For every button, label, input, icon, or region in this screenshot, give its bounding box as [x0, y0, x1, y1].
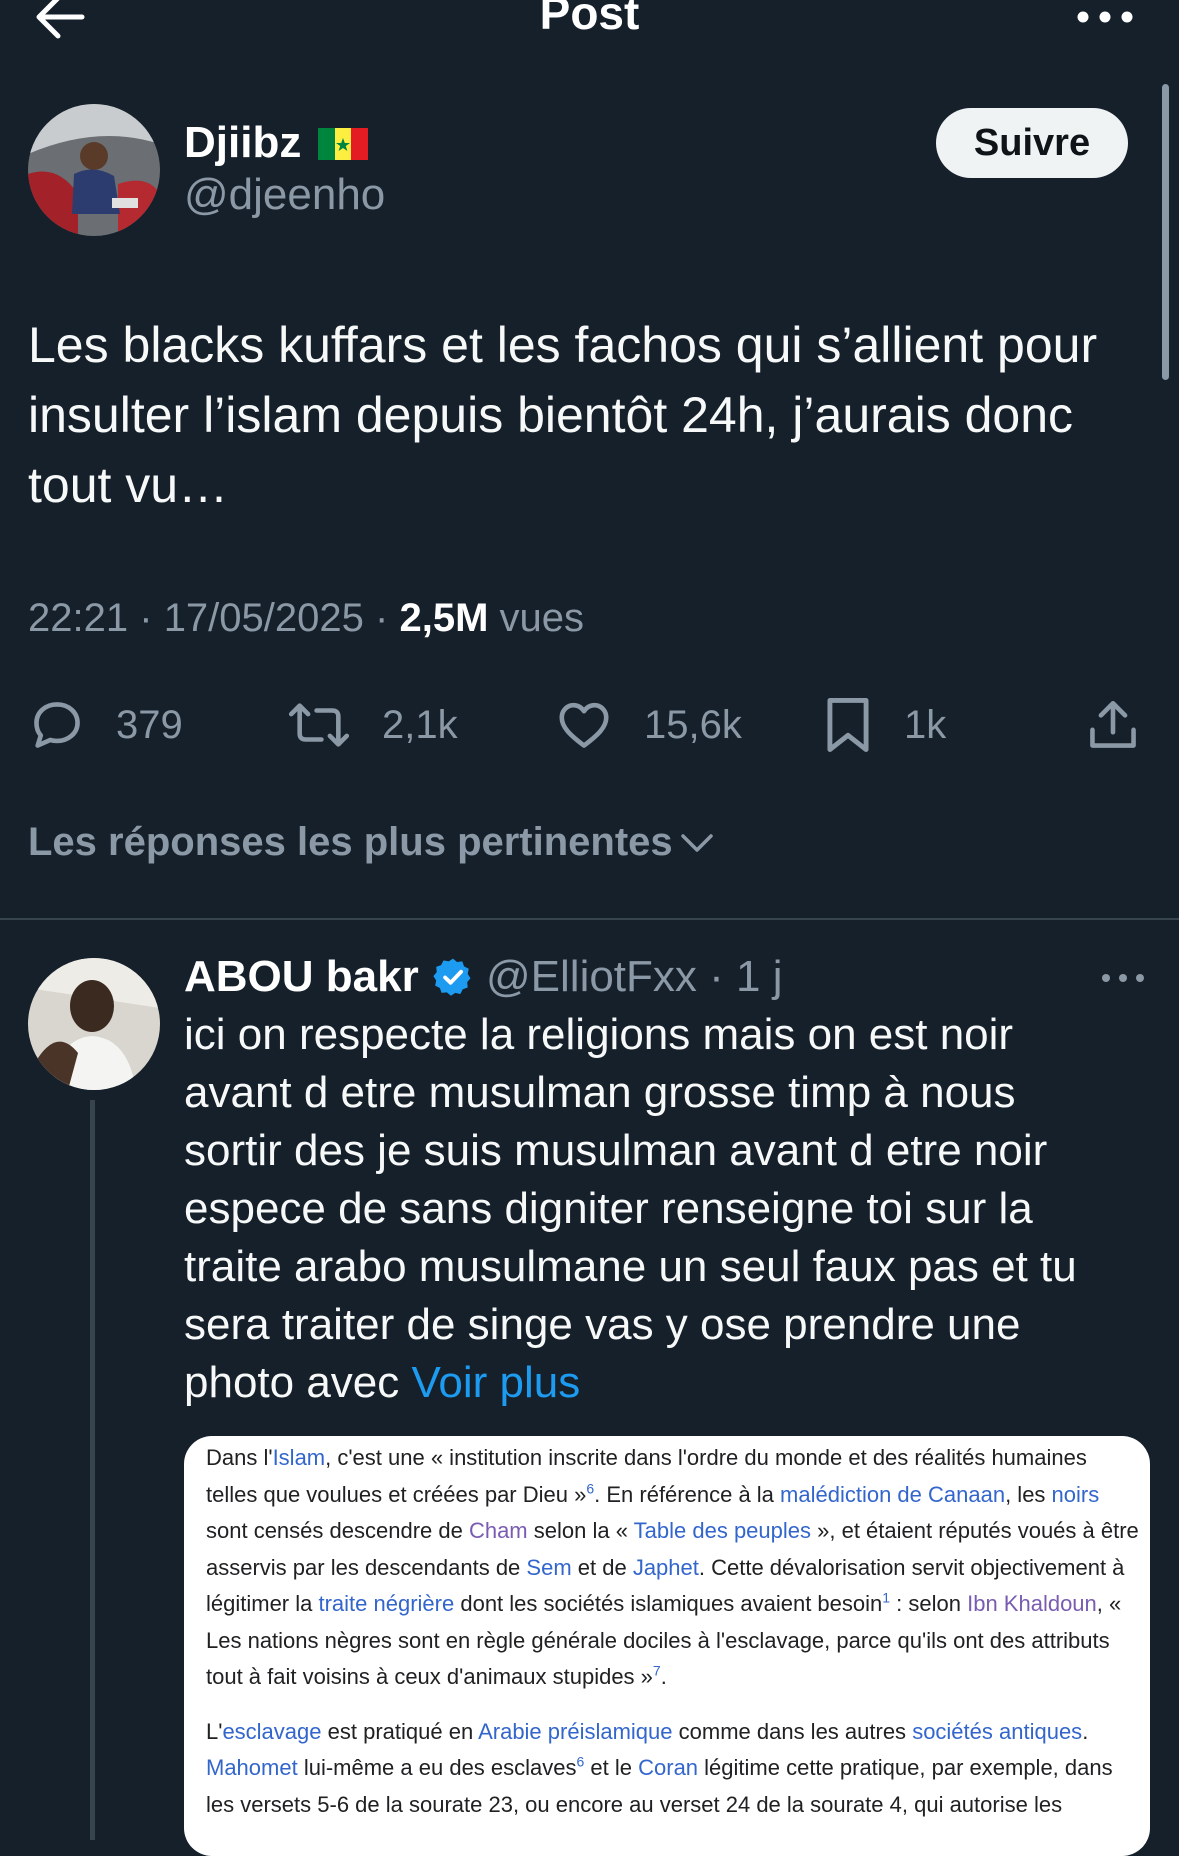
repost-icon	[288, 703, 350, 747]
more-options-button[interactable]	[1075, 2, 1135, 32]
post-date[interactable]: 17/05/2025	[164, 596, 364, 640]
views-label: vues	[499, 596, 585, 640]
comment-icon	[34, 702, 80, 748]
wiki-text: .	[660, 1664, 667, 1689]
author-name[interactable]: Djiibz	[184, 118, 301, 168]
share-icon	[1090, 700, 1136, 748]
wiki-text: comme dans les autres	[672, 1718, 913, 1744]
heart-icon	[559, 702, 609, 748]
attached-image[interactable]: Dans l'Islam, c'est une « institution in…	[184, 1436, 1150, 1856]
reply-count: 379	[116, 702, 183, 747]
wiki-link-visited[interactable]: Ibn Khaldoun	[967, 1591, 1097, 1616]
follow-button[interactable]: Suivre	[936, 108, 1128, 178]
wiki-text: lui-même a eu des esclaves	[297, 1755, 577, 1780]
meta-separator: ·	[375, 596, 389, 640]
like-count: 15,6k	[644, 702, 742, 747]
footnote-ref[interactable]: 7	[653, 1663, 661, 1679]
wiki-text: : selon	[890, 1591, 968, 1616]
post-meta: 22:21 · 17/05/2025 · 2,5M vues	[28, 596, 584, 641]
reply-meta: @ElliotFxx · 1 j	[486, 952, 783, 1002]
bookmark-button[interactable]: 1k	[822, 690, 946, 760]
scrollbar[interactable]	[1162, 84, 1169, 380]
wiki-text: sont censés descendre de	[206, 1518, 469, 1543]
share-button[interactable]	[1086, 690, 1170, 760]
wiki-text: Dans l'	[206, 1445, 273, 1470]
section-divider	[0, 918, 1179, 920]
author-avatar[interactable]	[28, 104, 160, 236]
wiki-link[interactable]: esclavage	[222, 1719, 321, 1744]
see-more-link[interactable]: Voir plus	[412, 1358, 581, 1407]
wiki-text: selon la «	[527, 1518, 634, 1543]
wiki-text: dont les sociétés islamiques avaient bes…	[454, 1591, 883, 1616]
wiki-link[interactable]: Japhet	[633, 1555, 699, 1580]
top-bar: Post	[0, 0, 1179, 60]
meta-separator: ·	[139, 596, 153, 640]
wiki-text: L'	[206, 1718, 223, 1744]
thread-line	[90, 1100, 95, 1840]
wiki-text: est pratiqué en	[321, 1718, 479, 1744]
wiki-text: et le	[584, 1755, 639, 1780]
wiki-link[interactable]: sociétés antiques	[912, 1719, 1082, 1744]
wiki-link[interactable]: traite négrière	[318, 1591, 454, 1616]
bookmark-count: 1k	[904, 702, 947, 747]
bookmark-icon	[827, 698, 869, 752]
sort-label: Les réponses les plus pertinentes	[28, 820, 673, 864]
wiki-link[interactable]: noirs	[1052, 1482, 1100, 1507]
wiki-link[interactable]: Sem	[526, 1555, 571, 1580]
reply-author-name[interactable]: ABOU bakr	[184, 952, 419, 1002]
more-horizontal-icon	[1077, 11, 1133, 23]
footnote-ref[interactable]: 6	[586, 1480, 594, 1496]
footnote-ref[interactable]: 1	[882, 1590, 890, 1606]
wiki-link[interactable]: Arabie préislamique	[478, 1719, 672, 1744]
wiki-link[interactable]: Coran	[638, 1755, 698, 1780]
more-horizontal-icon	[1102, 974, 1144, 982]
reply-avatar[interactable]	[28, 958, 160, 1090]
like-button[interactable]: 15,6k	[554, 690, 742, 760]
post-time[interactable]: 22:21	[28, 596, 128, 640]
repost-count: 2,1k	[382, 702, 458, 747]
views-count: 2,5M	[399, 596, 489, 640]
page-title: Post	[539, 0, 640, 39]
reply-time[interactable]: · 1 j	[709, 952, 782, 1001]
reply-text: ici on respecte la religions mais on est…	[184, 1006, 1104, 1412]
author-handle[interactable]: @djeenho	[184, 170, 385, 220]
wiki-text: .	[1082, 1718, 1089, 1744]
wiki-link-visited[interactable]: Cham	[469, 1518, 528, 1543]
reply-author-handle[interactable]: @ElliotFxx	[486, 952, 697, 1001]
wiki-link[interactable]: Islam	[273, 1445, 326, 1470]
wiki-link[interactable]: malédiction de Canaan	[780, 1482, 1005, 1507]
action-bar: 379 2,1k 15,6k 1k	[0, 690, 1179, 760]
reply-body: ici on respecte la religions mais on est…	[184, 1010, 1077, 1407]
post-text: Les blacks kuffars et les fachos qui s’a…	[28, 317, 1098, 513]
wiki-text: et de	[571, 1554, 633, 1580]
wiki-text: . En référence à la	[594, 1481, 781, 1507]
wiki-link[interactable]: Mahomet	[206, 1755, 298, 1780]
replies-sort-dropdown[interactable]: Les réponses les plus pertinentes	[28, 820, 717, 865]
wiki-link[interactable]: Table des peuples	[634, 1518, 811, 1543]
reply-button[interactable]: 379	[28, 690, 183, 760]
senegal-flag-icon	[318, 128, 368, 160]
wiki-paragraph-2: L'esclavage est pratiqué en Arabie préis…	[184, 1714, 1150, 1824]
wiki-paragraph-1: Dans l'Islam, c'est une « institution in…	[184, 1436, 1150, 1696]
wiki-text: , les	[1005, 1481, 1052, 1507]
chevron-down-icon	[680, 833, 713, 852]
repost-button[interactable]: 2,1k	[286, 690, 458, 760]
reply-more-button[interactable]	[1100, 970, 1146, 986]
verified-badge-icon	[432, 956, 474, 998]
